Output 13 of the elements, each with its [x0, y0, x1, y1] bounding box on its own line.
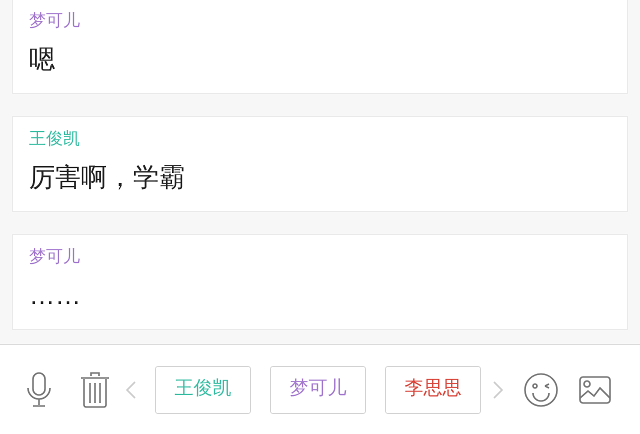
sender-name: 梦可儿: [29, 246, 80, 268]
smiley-icon[interactable]: [524, 372, 558, 406]
message-text: ……: [29, 279, 81, 312]
speaker-button[interactable]: 李思思: [385, 366, 481, 414]
message-text: 嗯: [29, 43, 55, 76]
sender-name: 梦可儿: [29, 10, 80, 32]
trash-icon[interactable]: [80, 372, 110, 408]
speaker-button[interactable]: 王俊凯: [155, 366, 251, 414]
message-text: 厉害啊，学霸: [29, 161, 185, 194]
speaker-button[interactable]: 梦可儿: [270, 366, 366, 414]
sender-name: 王俊凯: [29, 128, 80, 150]
microphone-icon[interactable]: [25, 372, 53, 408]
image-icon[interactable]: [579, 376, 611, 404]
